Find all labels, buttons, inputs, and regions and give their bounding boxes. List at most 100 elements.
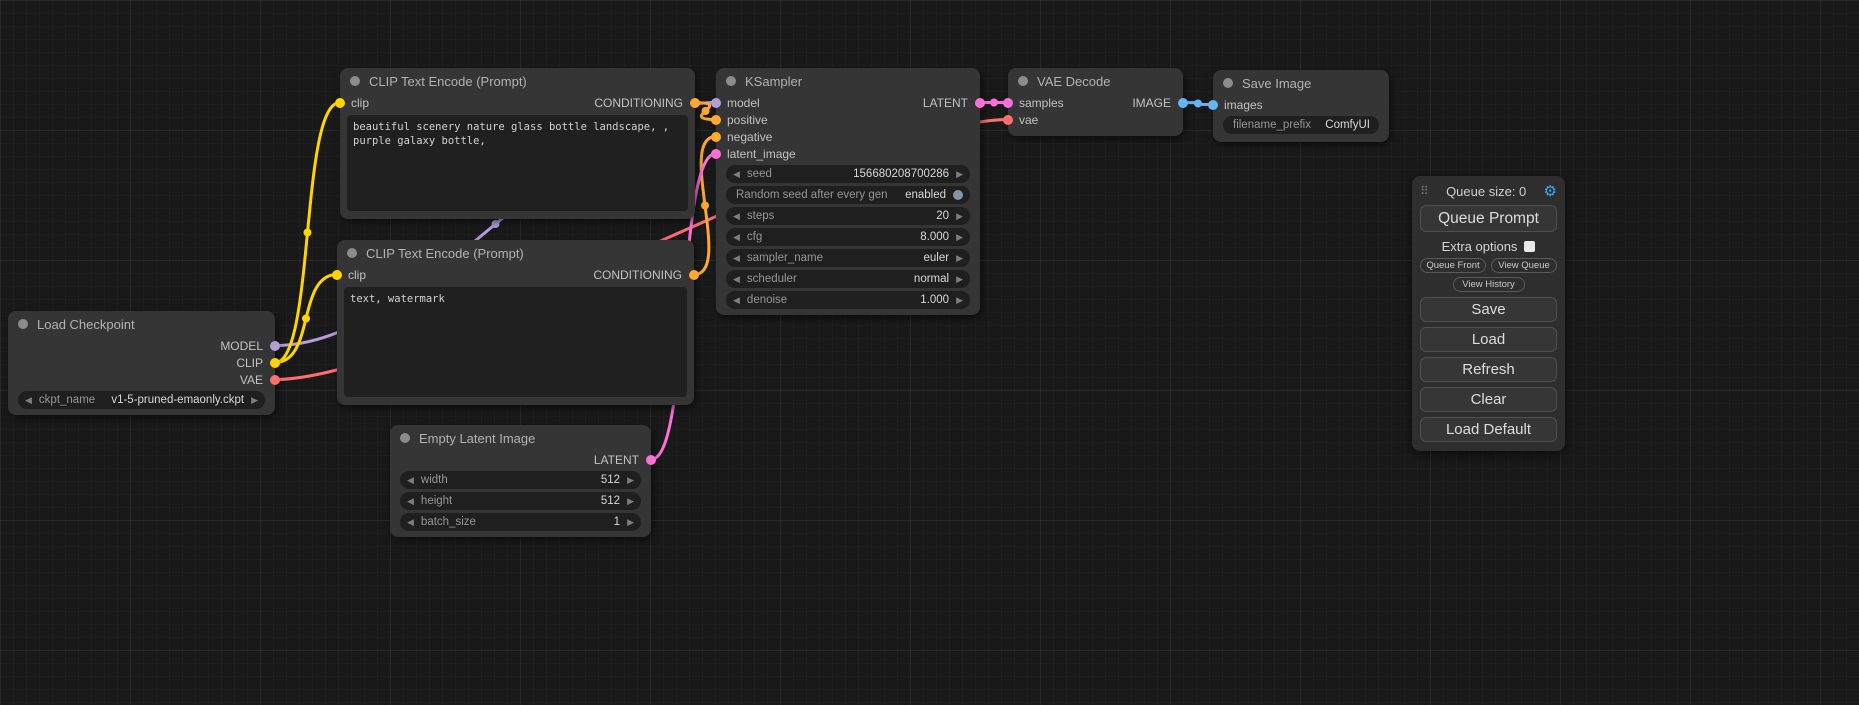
input-slot-latent-image[interactable] <box>711 149 721 159</box>
slot-row: clip CONDITIONING <box>340 94 695 111</box>
widget-cfg[interactable]: ◀ cfg 8.000 ▶ <box>726 228 970 246</box>
view-history-button[interactable]: View History <box>1453 277 1525 292</box>
node-title-bar[interactable]: VAE Decode <box>1008 68 1183 94</box>
output-slot-image[interactable] <box>1178 98 1188 108</box>
arrow-right-icon[interactable]: ▶ <box>956 253 963 264</box>
arrow-right-icon[interactable]: ▶ <box>251 395 258 406</box>
widget-denoise[interactable]: ◀ denoise 1.000 ▶ <box>726 291 970 309</box>
prompt-textarea[interactable]: text, watermark <box>344 287 687 397</box>
input-slot-negative[interactable] <box>711 132 721 142</box>
input-slot-images[interactable] <box>1208 100 1218 110</box>
arrow-right-icon[interactable]: ▶ <box>956 232 963 243</box>
collapse-dot-icon[interactable] <box>726 76 736 86</box>
toggle-indicator[interactable] <box>953 190 963 200</box>
slot-row: clip CONDITIONING <box>337 266 694 283</box>
queue-prompt-button[interactable]: Queue Prompt <box>1420 205 1557 232</box>
input-slot-clip[interactable] <box>335 98 345 108</box>
extra-options-checkbox[interactable] <box>1524 241 1535 252</box>
arrow-left-icon[interactable]: ◀ <box>407 496 414 507</box>
widget-value: 20 <box>936 210 949 222</box>
node-save-image[interactable]: Save Image images filename_prefix ComfyU… <box>1213 70 1389 142</box>
arrow-right-icon[interactable]: ▶ <box>627 496 634 507</box>
node-title-bar[interactable]: CLIP Text Encode (Prompt) <box>340 68 695 94</box>
input-label-model: model <box>727 96 760 110</box>
load-default-button[interactable]: Load Default <box>1420 417 1557 442</box>
widget-filename-prefix[interactable]: filename_prefix ComfyUI <box>1223 116 1379 134</box>
node-title-bar[interactable]: Save Image <box>1213 70 1389 96</box>
widget-value: ComfyUI <box>1325 119 1370 131</box>
node-title-bar[interactable]: Load Checkpoint <box>8 311 275 337</box>
queue-panel-header: ⠿ Queue size: 0 ⚙ <box>1420 181 1557 201</box>
widget-random-seed-toggle[interactable]: Random seed after every gen enabled <box>726 186 970 204</box>
collapse-dot-icon[interactable] <box>1223 78 1233 88</box>
input-slot-model[interactable] <box>711 98 721 108</box>
save-button[interactable]: Save <box>1420 297 1557 322</box>
arrow-left-icon[interactable]: ◀ <box>733 274 740 285</box>
queue-front-button[interactable]: Queue Front <box>1420 258 1486 273</box>
settings-gear-icon[interactable]: ⚙ <box>1544 184 1557 199</box>
widget-seed[interactable]: ◀ seed 156680208700286 ▶ <box>726 165 970 183</box>
slot-row: vae <box>1008 111 1183 128</box>
refresh-button[interactable]: Refresh <box>1420 357 1557 382</box>
widget-ckpt-name[interactable]: ◀ ckpt_name v1-5-pruned-emaonly.ckpt ▶ <box>18 391 265 409</box>
output-slot-latent[interactable] <box>975 98 985 108</box>
widget-sampler-name[interactable]: ◀ sampler_name euler ▶ <box>726 249 970 267</box>
node-title-bar[interactable]: CLIP Text Encode (Prompt) <box>337 240 694 266</box>
arrow-right-icon[interactable]: ▶ <box>956 295 963 306</box>
input-slot-clip[interactable] <box>332 270 342 280</box>
node-load-checkpoint[interactable]: Load Checkpoint MODEL CLIP VAE ◀ ckpt_na… <box>8 311 275 415</box>
arrow-right-icon[interactable]: ▶ <box>956 211 963 222</box>
widget-value: normal <box>914 273 949 285</box>
output-slot-vae[interactable] <box>270 375 280 385</box>
node-title: Save Image <box>1242 76 1311 91</box>
widget-label: cfg <box>747 231 762 243</box>
output-slot-conditioning[interactable] <box>689 270 699 280</box>
widget-scheduler[interactable]: ◀ scheduler normal ▶ <box>726 270 970 288</box>
view-queue-button[interactable]: View Queue <box>1491 258 1557 273</box>
output-slot-model[interactable] <box>270 341 280 351</box>
collapse-dot-icon[interactable] <box>18 319 28 329</box>
widget-steps[interactable]: ◀ steps 20 ▶ <box>726 207 970 225</box>
arrow-left-icon[interactable]: ◀ <box>733 232 740 243</box>
drag-handle-icon[interactable]: ⠿ <box>1420 184 1429 198</box>
input-slot-positive[interactable] <box>711 115 721 125</box>
node-empty-latent-image[interactable]: Empty Latent Image LATENT ◀ width 512 ▶ … <box>390 425 651 537</box>
widget-height[interactable]: ◀ height 512 ▶ <box>400 492 641 510</box>
arrow-right-icon[interactable]: ▶ <box>956 274 963 285</box>
collapse-dot-icon[interactable] <box>350 76 360 86</box>
node-title-bar[interactable]: Empty Latent Image <box>390 425 651 451</box>
slot-row: MODEL <box>8 337 275 354</box>
node-clip-text-encode-positive[interactable]: CLIP Text Encode (Prompt) clip CONDITION… <box>340 68 695 219</box>
node-graph-canvas[interactable]: Load Checkpoint MODEL CLIP VAE ◀ ckpt_na… <box>0 0 1859 705</box>
widget-batch-size[interactable]: ◀ batch_size 1 ▶ <box>400 513 641 531</box>
widget-label: batch_size <box>421 516 476 528</box>
node-ksampler[interactable]: KSampler model LATENT positive negative … <box>716 68 980 315</box>
node-vae-decode[interactable]: VAE Decode samples IMAGE vae <box>1008 68 1183 136</box>
widget-label: Random seed after every gen <box>736 189 888 201</box>
output-slot-clip[interactable] <box>270 358 280 368</box>
slot-row: images <box>1213 96 1389 113</box>
arrow-right-icon[interactable]: ▶ <box>956 169 963 180</box>
output-slot-conditioning[interactable] <box>690 98 700 108</box>
arrow-right-icon[interactable]: ▶ <box>627 517 634 528</box>
node-title-bar[interactable]: KSampler <box>716 68 980 94</box>
load-button[interactable]: Load <box>1420 327 1557 352</box>
arrow-left-icon[interactable]: ◀ <box>733 295 740 306</box>
prompt-textarea[interactable]: beautiful scenery nature glass bottle la… <box>347 115 688 211</box>
arrow-left-icon[interactable]: ◀ <box>25 395 32 406</box>
arrow-left-icon[interactable]: ◀ <box>407 475 414 486</box>
arrow-left-icon[interactable]: ◀ <box>733 253 740 264</box>
node-clip-text-encode-negative[interactable]: CLIP Text Encode (Prompt) clip CONDITION… <box>337 240 694 405</box>
collapse-dot-icon[interactable] <box>1018 76 1028 86</box>
collapse-dot-icon[interactable] <box>347 248 357 258</box>
collapse-dot-icon[interactable] <box>400 433 410 443</box>
input-slot-samples[interactable] <box>1003 98 1013 108</box>
arrow-left-icon[interactable]: ◀ <box>733 211 740 222</box>
arrow-left-icon[interactable]: ◀ <box>407 517 414 528</box>
arrow-left-icon[interactable]: ◀ <box>733 169 740 180</box>
clear-button[interactable]: Clear <box>1420 387 1557 412</box>
input-slot-vae[interactable] <box>1003 115 1013 125</box>
output-slot-latent[interactable] <box>646 455 656 465</box>
arrow-right-icon[interactable]: ▶ <box>627 475 634 486</box>
widget-width[interactable]: ◀ width 512 ▶ <box>400 471 641 489</box>
